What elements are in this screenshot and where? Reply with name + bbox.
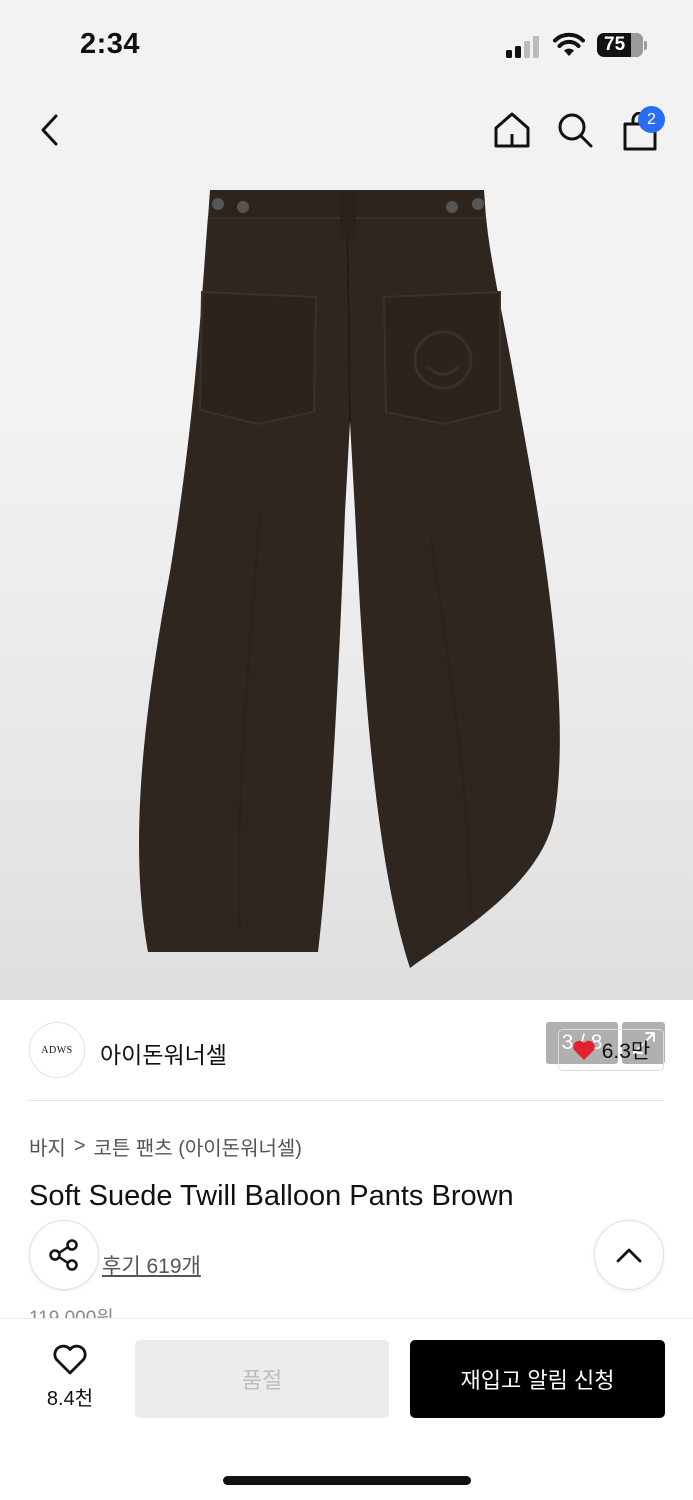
back-button[interactable] <box>26 106 74 154</box>
search-icon <box>558 113 593 148</box>
product-image-gallery[interactable]: 3 / 8 <box>0 92 693 1064</box>
brand-like-button[interactable]: 6.3만 <box>558 1029 664 1071</box>
breadcrumb-subcategory[interactable]: 코튼 팬츠 (아이돈워너셀) <box>94 1132 302 1161</box>
brand-like-count: 6.3만 <box>601 1040 651 1063</box>
search-button[interactable] <box>551 106 599 154</box>
status-bar: 2:34 75 <box>0 0 693 92</box>
product-image-pants <box>139 190 560 968</box>
cellular-signal-icon <box>506 34 542 58</box>
home-icon <box>494 112 530 148</box>
scroll-to-top-button[interactable] <box>594 1220 664 1290</box>
share-button[interactable] <box>29 1220 99 1290</box>
chevron-up-icon <box>616 1248 642 1263</box>
cart-count-badge: 2 <box>638 106 665 133</box>
wishlist-button[interactable]: 8.4천 <box>30 1344 110 1416</box>
share-icon <box>49 1239 78 1271</box>
status-time: 2:34 <box>80 28 141 60</box>
wifi-icon <box>553 32 585 56</box>
soldout-button: 품절 <box>135 1340 389 1418</box>
battery-nub <box>644 41 647 50</box>
brand-name[interactable]: 아이돈워너셀 <box>100 1036 227 1070</box>
breadcrumb-category[interactable]: 바지 <box>29 1132 66 1161</box>
price-text: 119,000원 <box>29 1306 114 1318</box>
restock-alert-button[interactable]: 재입고 알림 신청 <box>410 1340 665 1418</box>
brand-logo[interactable]: ADWS <box>29 1022 85 1078</box>
home-button[interactable] <box>488 106 536 154</box>
breadcrumb: 바지 > 코튼 팬츠 (아이돈워너셀) <box>29 1132 302 1161</box>
chevron-left-icon <box>41 114 58 146</box>
battery-indicator: 75 <box>597 33 643 57</box>
divider <box>29 1100 664 1101</box>
wishlist-count: 8.4천 <box>46 1388 94 1410</box>
heart-outline-icon <box>53 1344 87 1375</box>
product-title: Soft Suede Twill Balloon Pants Brown <box>29 1180 514 1212</box>
heart-filled-icon <box>572 1040 595 1060</box>
home-indicator[interactable] <box>223 1476 471 1485</box>
reviews-link[interactable]: 후기 619개 <box>102 1250 201 1280</box>
breadcrumb-separator: > <box>73 1135 86 1157</box>
